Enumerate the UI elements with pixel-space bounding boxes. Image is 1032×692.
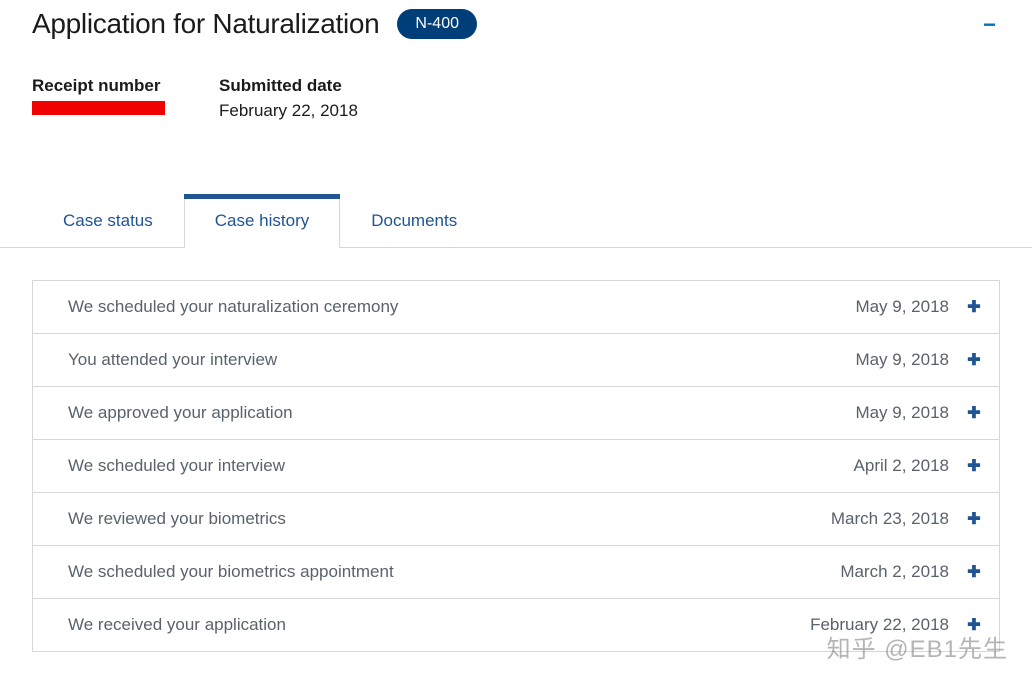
history-item[interactable]: We approved your application May 9, 2018… [33,387,999,440]
meta-row: Receipt number Submitted date February 2… [32,76,1000,121]
plus-icon: ✚ [967,297,981,317]
history-item-date: May 9, 2018 [855,403,949,423]
plus-icon: ✚ [967,403,981,423]
plus-icon: ✚ [967,456,981,476]
submitted-date: February 22, 2018 [219,101,358,121]
tab-documents[interactable]: Documents [340,195,488,247]
header: Application for Naturalization N-400 − R… [0,0,1032,121]
collapse-icon[interactable]: − [983,14,996,36]
history-item[interactable]: We reviewed your biometrics March 23, 20… [33,493,999,546]
history-item-title: You attended your interview [68,350,855,370]
history-item-date: April 2, 2018 [854,456,949,476]
history-item-date: May 9, 2018 [855,297,949,317]
history-item[interactable]: We scheduled your naturalization ceremon… [33,281,999,334]
history-item-title: We scheduled your interview [68,456,854,476]
title-row: Application for Naturalization N-400 [32,8,1000,40]
form-code-badge: N-400 [397,9,477,39]
history-item-title: We scheduled your biometrics appointment [68,562,840,582]
submitted-label: Submitted date [219,76,358,96]
history-item-title: We reviewed your biometrics [68,509,831,529]
history-item[interactable]: We received your application February 22… [33,599,999,651]
history-list: We scheduled your naturalization ceremon… [32,280,1000,652]
history-item-date: March 2, 2018 [840,562,949,582]
history-item-date: February 22, 2018 [810,615,949,635]
history-item-title: We received your application [68,615,810,635]
plus-icon: ✚ [967,350,981,370]
history-item-date: May 9, 2018 [855,350,949,370]
history-item-title: We scheduled your naturalization ceremon… [68,297,855,317]
history-item-date: March 23, 2018 [831,509,949,529]
history-item[interactable]: You attended your interview May 9, 2018 … [33,334,999,387]
tab-case-status[interactable]: Case status [32,195,184,247]
content: We scheduled your naturalization ceremon… [0,248,1032,652]
receipt-block: Receipt number [32,76,165,121]
page-title: Application for Naturalization [32,8,379,40]
tabs: Case status Case history Documents [0,195,1032,248]
submitted-block: Submitted date February 22, 2018 [219,76,358,121]
receipt-label: Receipt number [32,76,165,96]
plus-icon: ✚ [967,509,981,529]
plus-icon: ✚ [967,562,981,582]
tab-case-history[interactable]: Case history [184,195,340,247]
plus-icon: ✚ [967,615,981,635]
history-item-title: We approved your application [68,403,855,423]
receipt-number-redacted [32,101,165,115]
history-item[interactable]: We scheduled your interview April 2, 201… [33,440,999,493]
history-item[interactable]: We scheduled your biometrics appointment… [33,546,999,599]
